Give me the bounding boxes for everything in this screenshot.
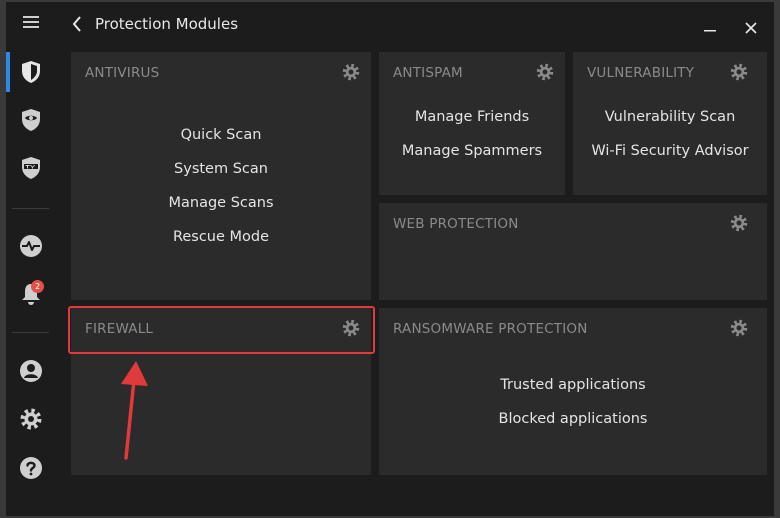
panel-vulnerability: VULNERABILITY Vulnerability Scan Wi-Fi S… <box>573 52 767 195</box>
panel-title: ANTIVIRUS <box>85 65 160 81</box>
settings-gear-icon[interactable] <box>730 63 748 81</box>
manage-scans-link[interactable]: Manage Scans <box>71 186 371 220</box>
sidebar-item-settings[interactable] <box>6 399 55 439</box>
sidebar: 2 <box>6 2 55 516</box>
chevron-left-icon <box>72 16 81 32</box>
wifi-security-advisor-link[interactable]: Wi-Fi Security Advisor <box>573 134 767 168</box>
page-title: Protection Modules <box>95 15 239 33</box>
trusted-applications-link[interactable]: Trusted applications <box>379 368 767 402</box>
sidebar-item-help[interactable] <box>6 448 55 488</box>
panel-title: WEB PROTECTION <box>393 216 519 232</box>
title-bar: Protection Modules <box>55 2 774 46</box>
menu-button[interactable] <box>6 2 55 42</box>
rescue-mode-link[interactable]: Rescue Mode <box>71 220 371 254</box>
menu-icon <box>22 16 39 28</box>
sidebar-item-activity[interactable] <box>6 226 55 266</box>
sidebar-item-protection[interactable] <box>6 52 55 92</box>
panel-title: VULNERABILITY <box>587 65 695 81</box>
panel-title: ANTISPAM <box>393 65 463 81</box>
back-button[interactable] <box>67 12 87 36</box>
blocked-applications-link[interactable]: Blocked applications <box>379 402 767 436</box>
close-icon <box>745 22 757 34</box>
sidebar-item-account[interactable] <box>6 351 55 391</box>
antispam-links: Manage Friends Manage Spammers <box>379 100 565 168</box>
settings-gear-icon[interactable] <box>730 214 748 232</box>
minimize-button[interactable] <box>701 18 719 38</box>
activity-icon <box>19 235 42 257</box>
settings-gear-icon[interactable] <box>536 63 554 81</box>
settings-gear-icon[interactable] <box>342 63 360 81</box>
ransomware-links: Trusted applications Blocked application… <box>379 368 767 436</box>
panel-antivirus: ANTIVIRUS Quick Scan System Scan Manage … <box>71 52 371 300</box>
user-icon <box>19 360 42 382</box>
shield-icon <box>21 61 40 83</box>
sidebar-item-notifications[interactable]: 2 <box>6 274 55 314</box>
gear-icon <box>20 408 41 430</box>
sidebar-divider <box>12 332 49 333</box>
settings-gear-icon[interactable] <box>730 319 748 337</box>
manage-friends-link[interactable]: Manage Friends <box>379 100 565 134</box>
vulnerability-links: Vulnerability Scan Wi-Fi Security Adviso… <box>573 100 767 168</box>
panel-ransomware-protection: RANSOMWARE PROTECTION Trusted applicatio… <box>379 308 767 475</box>
eye-shield-icon <box>21 109 40 131</box>
panel-title: RANSOMWARE PROTECTION <box>393 321 588 337</box>
manage-spammers-link[interactable]: Manage Spammers <box>379 134 565 168</box>
sidebar-item-utilities[interactable] <box>6 148 55 188</box>
sidebar-item-privacy[interactable] <box>6 100 55 140</box>
system-scan-link[interactable]: System Scan <box>71 152 371 186</box>
vulnerability-scan-link[interactable]: Vulnerability Scan <box>573 100 767 134</box>
app-window: 2 Protection Modules ANTIVIRUS Quick Sca… <box>6 2 774 516</box>
ty-shield-icon <box>21 157 40 179</box>
close-button[interactable] <box>741 18 761 38</box>
notification-badge: 2 <box>31 280 44 293</box>
panel-web-protection: WEB PROTECTION <box>379 203 767 300</box>
sidebar-divider <box>12 208 49 209</box>
firewall-highlight-box <box>68 306 375 354</box>
quick-scan-link[interactable]: Quick Scan <box>71 118 371 152</box>
minimize-icon <box>704 30 716 32</box>
antivirus-links: Quick Scan System Scan Manage Scans Resc… <box>71 118 371 254</box>
panel-antispam: ANTISPAM Manage Friends Manage Spammers <box>379 52 565 195</box>
help-icon <box>19 457 42 479</box>
